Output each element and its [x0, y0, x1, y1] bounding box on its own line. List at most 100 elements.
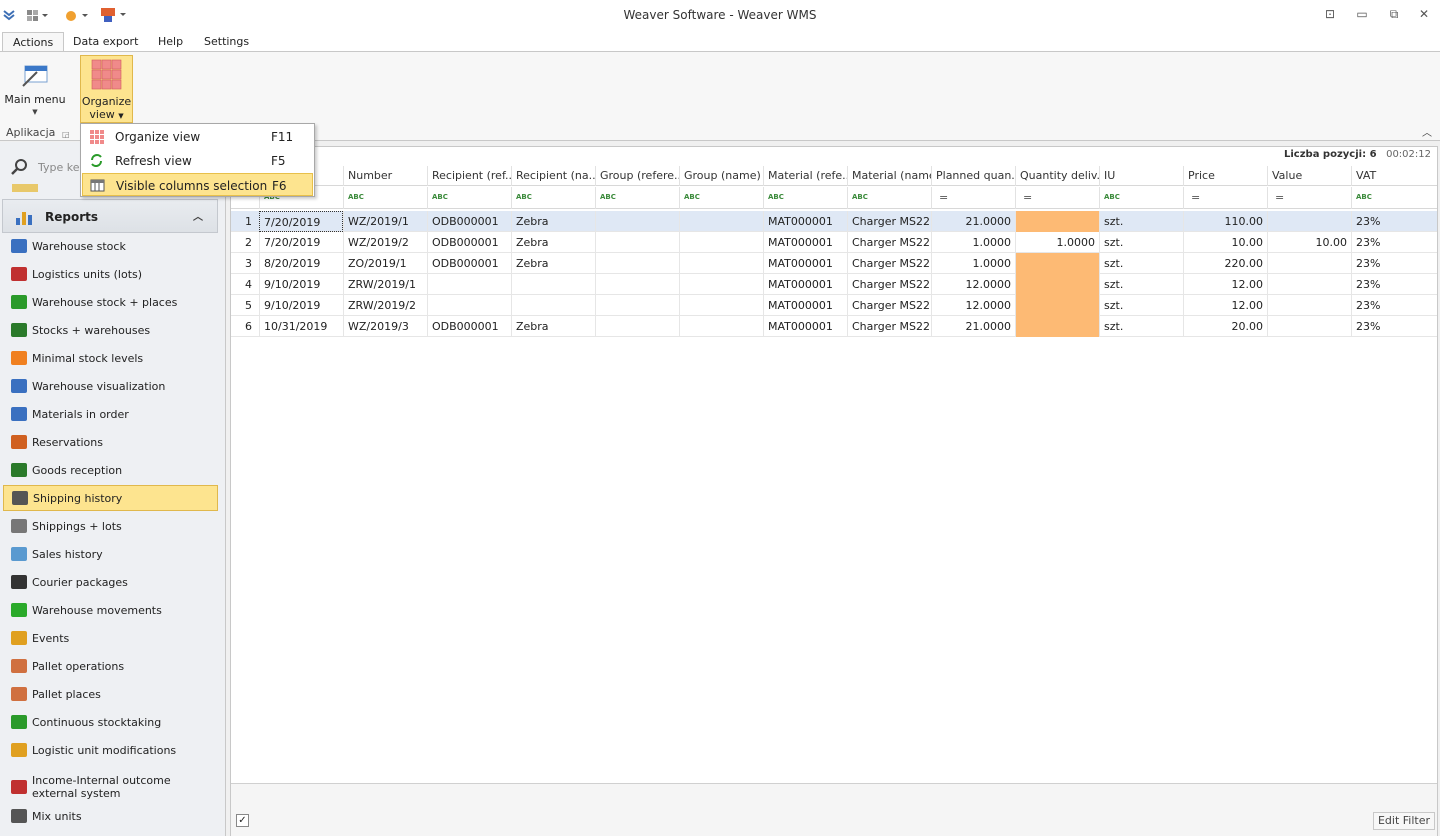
- table-cell[interactable]: Zebra: [511, 211, 595, 232]
- sidebar-item-logistics-units-lots-[interactable]: Logistics units (lots): [3, 261, 218, 287]
- table-cell[interactable]: [595, 316, 679, 337]
- column-filter[interactable]: ABC: [763, 187, 847, 209]
- table-cell[interactable]: [1015, 211, 1099, 232]
- filter-enable-checkbox[interactable]: ✓: [236, 814, 249, 827]
- table-cell[interactable]: szt.: [1099, 211, 1183, 232]
- table-cell[interactable]: 9/10/2019: [259, 274, 343, 295]
- sidebar-item-pallet-operations[interactable]: Pallet operations: [3, 653, 218, 679]
- table-cell[interactable]: 12.00: [1183, 274, 1267, 295]
- column-header[interactable]: VAT: [1351, 166, 1437, 186]
- column-header[interactable]: Planned quan...: [931, 166, 1015, 186]
- table-cell[interactable]: ODB000001: [427, 232, 511, 253]
- menu-item-refresh-view[interactable]: Refresh view F5: [82, 149, 313, 172]
- column-filter[interactable]: =: [931, 187, 1015, 209]
- table-cell[interactable]: ZRW/2019/2: [343, 295, 427, 316]
- table-cell[interactable]: Charger MS221: [847, 316, 931, 337]
- table-cell[interactable]: [679, 253, 763, 274]
- table-cell[interactable]: [1267, 274, 1351, 295]
- table-cell[interactable]: 23%: [1351, 295, 1437, 316]
- table-cell[interactable]: [679, 274, 763, 295]
- table-cell[interactable]: [1015, 253, 1099, 274]
- table-cell[interactable]: MAT000001: [763, 253, 847, 274]
- table-row[interactable]: 5 9/10/2019 ZRW/2019/2 MAT000001 Charger MS2…: [231, 295, 1437, 316]
- table-cell[interactable]: ODB000001: [427, 211, 511, 232]
- table-cell[interactable]: Zebra: [511, 316, 595, 337]
- sidebar-item-reservations[interactable]: Reservations: [3, 429, 218, 455]
- menu-item-organize-view[interactable]: Organize view F11: [82, 125, 313, 148]
- table-cell[interactable]: MAT000001: [763, 211, 847, 232]
- table-cell[interactable]: 21.0000: [931, 211, 1015, 232]
- column-header[interactable]: Group (name): [679, 166, 763, 186]
- table-cell[interactable]: 23%: [1351, 211, 1437, 232]
- sidebar-item-courier-packages[interactable]: Courier packages: [3, 569, 218, 595]
- column-filter[interactable]: ABC: [1099, 187, 1183, 209]
- sidebar-item-materials-in-order[interactable]: Materials in order: [3, 401, 218, 427]
- sidebar-item-sales-history[interactable]: Sales history: [3, 541, 218, 567]
- column-header[interactable]: Value: [1267, 166, 1351, 186]
- table-cell[interactable]: 7/20/2019: [259, 232, 343, 253]
- table-cell[interactable]: ODB000001: [427, 253, 511, 274]
- column-filter[interactable]: ABC: [511, 187, 595, 209]
- table-cell[interactable]: WZ/2019/2: [343, 232, 427, 253]
- table-cell[interactable]: Zebra: [511, 253, 595, 274]
- table-cell[interactable]: [679, 316, 763, 337]
- table-cell[interactable]: [1015, 316, 1099, 337]
- table-cell[interactable]: szt.: [1099, 295, 1183, 316]
- sidebar-item-mix-units[interactable]: Mix units: [3, 803, 218, 829]
- table-cell[interactable]: szt.: [1099, 316, 1183, 337]
- collapse-section-icon[interactable]: ︿: [193, 208, 203, 223]
- column-filter[interactable]: ABC: [595, 187, 679, 209]
- tab-settings[interactable]: Settings: [194, 32, 259, 52]
- table-cell[interactable]: Charger MS221: [847, 274, 931, 295]
- tab-data-export[interactable]: Data export: [63, 32, 148, 52]
- table-cell[interactable]: [595, 232, 679, 253]
- sidebar-item-warehouse-visualization[interactable]: Warehouse visualization: [3, 373, 218, 399]
- table-cell[interactable]: WZ/2019/1: [343, 211, 427, 232]
- table-cell[interactable]: 9/10/2019: [259, 295, 343, 316]
- column-filter[interactable]: =: [1015, 187, 1099, 209]
- sidebar-item-goods-reception[interactable]: Goods reception: [3, 457, 218, 483]
- search-input[interactable]: Type key: [38, 161, 86, 174]
- table-cell[interactable]: [595, 211, 679, 232]
- table-row[interactable]: 4 9/10/2019 ZRW/2019/1 MAT000001 Charger MS2…: [231, 274, 1437, 295]
- table-cell[interactable]: [427, 274, 511, 295]
- table-cell[interactable]: WZ/2019/3: [343, 316, 427, 337]
- menu-item-visible-columns[interactable]: Visible columns selection F6: [82, 173, 313, 196]
- table-cell[interactable]: 8/20/2019: [259, 253, 343, 274]
- table-cell[interactable]: [1015, 295, 1099, 316]
- table-cell[interactable]: [679, 232, 763, 253]
- table-cell[interactable]: MAT000001: [763, 295, 847, 316]
- table-cell[interactable]: [679, 211, 763, 232]
- table-row[interactable]: 3 8/20/2019 ZO/2019/1 ODB000001 Zebra MAT0000…: [231, 253, 1437, 274]
- screenshot-icon[interactable]: ⊡: [1322, 7, 1338, 21]
- table-row[interactable]: 2 7/20/2019 WZ/2019/2 ODB000001 Zebra MAT0000…: [231, 232, 1437, 253]
- column-filter[interactable]: ABC: [343, 187, 427, 209]
- table-cell[interactable]: 12.0000: [931, 274, 1015, 295]
- table-cell[interactable]: [595, 295, 679, 316]
- table-row[interactable]: 6 10/31/2019 WZ/2019/3 ODB000001 Zebra MAT000…: [231, 316, 1437, 337]
- column-header[interactable]: Group (refere...: [595, 166, 679, 186]
- column-filter[interactable]: =: [1267, 187, 1351, 209]
- table-cell[interactable]: MAT000001: [763, 274, 847, 295]
- table-cell[interactable]: szt.: [1099, 253, 1183, 274]
- column-header[interactable]: Material (name): [847, 166, 931, 186]
- table-cell[interactable]: [511, 274, 595, 295]
- close-icon[interactable]: ✕: [1416, 7, 1432, 21]
- table-cell[interactable]: [1267, 316, 1351, 337]
- sidebar-item-continuous-stocktaking[interactable]: Continuous stocktaking: [3, 709, 218, 735]
- table-cell[interactable]: MAT000001: [763, 316, 847, 337]
- table-cell[interactable]: ODB000001: [427, 316, 511, 337]
- table-cell[interactable]: [1015, 274, 1099, 295]
- sidebar-item-warehouse-stock-places[interactable]: Warehouse stock + places: [3, 289, 218, 315]
- minimize-icon[interactable]: ▭: [1354, 7, 1370, 21]
- column-filter[interactable]: ABC: [679, 187, 763, 209]
- table-cell[interactable]: 10/31/2019: [259, 316, 343, 337]
- sidebar-item-events[interactable]: Events: [3, 625, 218, 651]
- table-cell[interactable]: 20.00: [1183, 316, 1267, 337]
- column-header[interactable]: Recipient (ref...: [427, 166, 511, 186]
- tab-help[interactable]: Help: [148, 32, 193, 52]
- table-cell[interactable]: 7/20/2019: [259, 211, 343, 232]
- column-filter[interactable]: ABC: [1351, 187, 1437, 209]
- collapse-ribbon-icon[interactable]: ︿: [1422, 124, 1432, 139]
- sidebar-item-warehouse-stock[interactable]: Warehouse stock: [3, 233, 218, 259]
